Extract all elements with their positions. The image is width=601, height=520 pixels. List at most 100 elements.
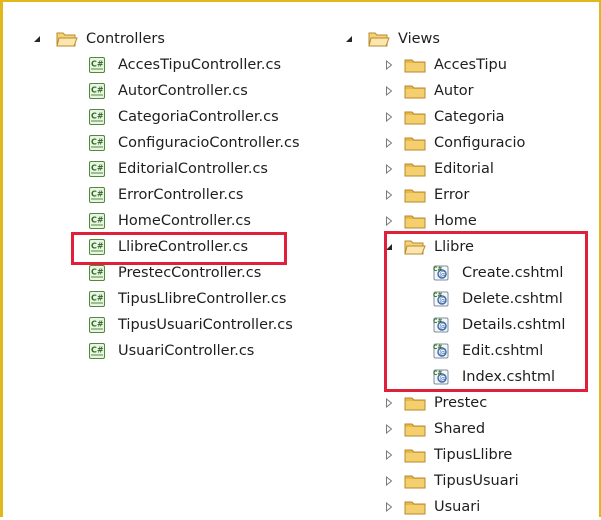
view-folder-item[interactable]: Home	[342, 208, 565, 234]
tree-node-label: Create.cshtml	[462, 265, 564, 281]
folder-icon	[404, 420, 426, 438]
tree-node-label: CategoriaController.cs	[118, 109, 279, 125]
collapsed-arrow-icon[interactable]	[382, 474, 396, 488]
view-folder-item-expanded[interactable]: Llibre	[342, 234, 565, 260]
tree-node-label: Views	[398, 31, 440, 47]
view-folder-item[interactable]: Autor	[342, 78, 565, 104]
svg-text:C#: C#	[433, 318, 442, 325]
tree-node-label: HomeController.cs	[118, 213, 251, 229]
tree-node-label: TipusLlibreController.cs	[118, 291, 287, 307]
svg-text:C#: C#	[91, 60, 104, 69]
csharp-file-icon: C#	[88, 316, 110, 334]
cshtml-file-icon: @ C#	[432, 290, 454, 308]
controller-file-item[interactable]: C# LlibreController.cs	[30, 234, 300, 260]
tree-node-controllers[interactable]: Controllers	[30, 26, 300, 52]
svg-text:C#: C#	[91, 242, 104, 251]
open-folder-icon	[368, 30, 390, 48]
collapsed-arrow-icon[interactable]	[382, 422, 396, 436]
csharp-file-icon: C#	[88, 82, 110, 100]
svg-text:C#: C#	[91, 138, 104, 147]
controller-file-item[interactable]: C# HomeController.cs	[30, 208, 300, 234]
collapsed-arrow-icon[interactable]	[382, 396, 396, 410]
collapsed-arrow-icon[interactable]	[382, 58, 396, 72]
view-folder-item[interactable]: Usuari	[342, 494, 565, 520]
folder-icon	[404, 472, 426, 490]
tree-node-label: ErrorController.cs	[118, 187, 244, 203]
view-folder-item[interactable]: TipusUsuari	[342, 468, 565, 494]
tree-node-label: Shared	[434, 421, 486, 437]
tree-node-label: TipusLlibre	[434, 447, 513, 463]
view-folder-item[interactable]: Editorial	[342, 156, 565, 182]
csharp-file-icon: C#	[88, 108, 110, 126]
collapsed-arrow-icon[interactable]	[382, 162, 396, 176]
view-folder-item[interactable]: Prestec	[342, 390, 565, 416]
view-file-item[interactable]: @ C# Index.cshtml	[342, 364, 565, 390]
tree-node-views[interactable]: Views	[342, 26, 565, 52]
collapsed-arrow-icon[interactable]	[382, 500, 396, 514]
controller-file-item[interactable]: C# ConfiguracioController.cs	[30, 130, 300, 156]
svg-text:C#: C#	[91, 86, 104, 95]
view-folder-item[interactable]: Categoria	[342, 104, 565, 130]
view-file-item[interactable]: @ C# Delete.cshtml	[342, 286, 565, 312]
view-folder-item[interactable]: Shared	[342, 416, 565, 442]
view-file-item[interactable]: @ C# Edit.cshtml	[342, 338, 565, 364]
csharp-file-icon: C#	[88, 56, 110, 74]
collapsed-arrow-icon[interactable]	[382, 136, 396, 150]
collapsed-arrow-icon[interactable]	[382, 84, 396, 98]
controller-file-item[interactable]: C# AutorController.cs	[30, 78, 300, 104]
controller-file-item[interactable]: C# UsuariController.cs	[30, 338, 300, 364]
collapsed-arrow-icon[interactable]	[382, 448, 396, 462]
tree-node-label: Llibre	[434, 239, 474, 255]
controller-file-item[interactable]: C# ErrorController.cs	[30, 182, 300, 208]
tree-node-label: AccesTipuController.cs	[118, 57, 282, 73]
view-folder-item[interactable]: TipusLlibre	[342, 442, 565, 468]
controller-file-item[interactable]: C# PrestecController.cs	[30, 260, 300, 286]
svg-text:C#: C#	[91, 164, 104, 173]
cshtml-file-icon: @ C#	[432, 316, 454, 334]
tree-node-label: Autor	[434, 83, 474, 99]
view-file-item[interactable]: @ C# Details.cshtml	[342, 312, 565, 338]
svg-text:C#: C#	[91, 294, 104, 303]
folder-icon	[404, 56, 426, 74]
controller-file-item[interactable]: C# CategoriaController.cs	[30, 104, 300, 130]
collapsed-arrow-icon[interactable]	[382, 110, 396, 124]
csharp-file-icon: C#	[88, 160, 110, 178]
collapsed-arrow-icon[interactable]	[382, 188, 396, 202]
expanded-arrow-icon[interactable]	[342, 32, 356, 46]
open-folder-icon	[56, 30, 78, 48]
collapsed-arrow-icon[interactable]	[382, 214, 396, 228]
tree-node-label: Prestec	[434, 395, 488, 411]
csharp-file-icon: C#	[88, 264, 110, 282]
controller-file-item[interactable]: C# EditorialController.cs	[30, 156, 300, 182]
tree-node-label: LlibreController.cs	[118, 239, 249, 255]
folder-icon	[404, 82, 426, 100]
folder-icon	[404, 134, 426, 152]
tree-node-label: AutorController.cs	[118, 83, 248, 99]
folder-icon	[404, 394, 426, 412]
svg-text:C#: C#	[91, 320, 104, 329]
view-file-item[interactable]: @ C# Create.cshtml	[342, 260, 565, 286]
tree-node-label: Categoria	[434, 109, 505, 125]
svg-text:C#: C#	[433, 292, 442, 299]
expanded-arrow-icon[interactable]	[30, 32, 44, 46]
expanded-arrow-icon[interactable]	[382, 240, 396, 254]
svg-text:C#: C#	[91, 190, 104, 199]
tree-node-label: EditorialController.cs	[118, 161, 268, 177]
svg-text:C#: C#	[91, 112, 104, 121]
tree-node-label: TipusUsuari	[434, 473, 519, 489]
svg-text:C#: C#	[91, 346, 104, 355]
tree-node-label: Error	[434, 187, 470, 203]
folder-icon	[404, 446, 426, 464]
tree-node-label: Controllers	[86, 31, 165, 47]
controller-file-item[interactable]: C# AccesTipuController.cs	[30, 52, 300, 78]
tree-node-label: ConfiguracioController.cs	[118, 135, 300, 151]
folder-icon	[404, 498, 426, 516]
controller-file-item[interactable]: C# TipusUsuariController.cs	[30, 312, 300, 338]
view-folder-item[interactable]: AccesTipu	[342, 52, 565, 78]
controller-file-item[interactable]: C# TipusLlibreController.cs	[30, 286, 300, 312]
view-folder-item[interactable]: Configuracio	[342, 130, 565, 156]
csharp-file-icon: C#	[88, 134, 110, 152]
svg-text:C#: C#	[91, 268, 104, 277]
view-folder-item[interactable]: Error	[342, 182, 565, 208]
tree-node-label: Home	[434, 213, 477, 229]
